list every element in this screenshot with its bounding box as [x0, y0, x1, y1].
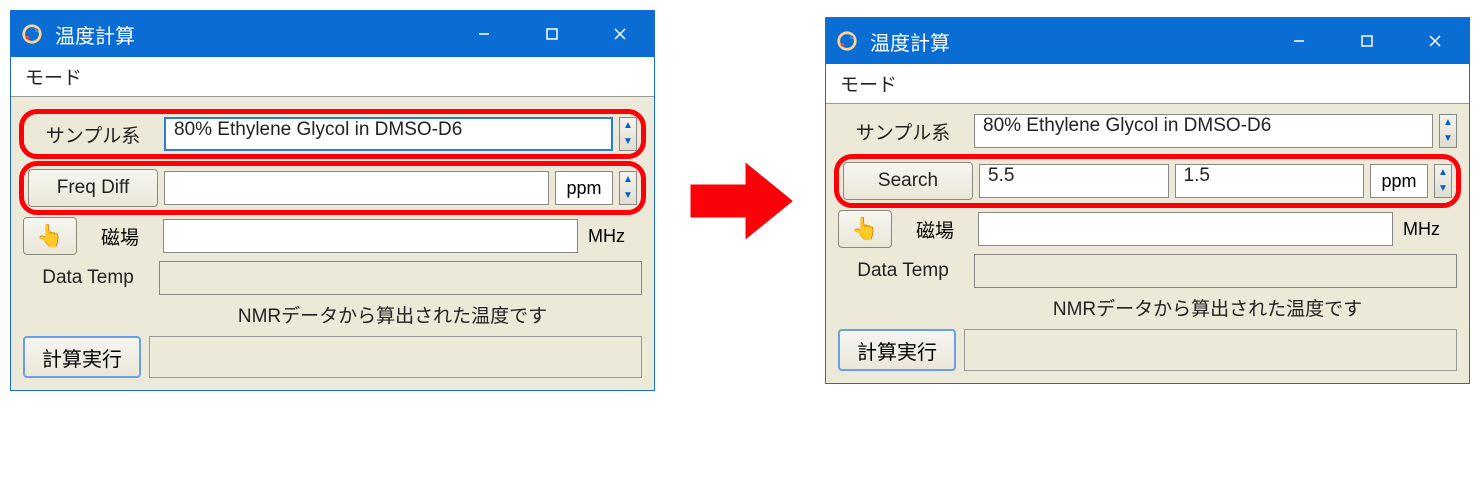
window-left: 温度計算 モード サンプル系 80% Ethylene Glycol in DM… [10, 10, 655, 391]
highlight-search-row: Search 5.5 1.5 ppm ▲▼ [834, 154, 1461, 208]
sample-label: サンプル系 [838, 118, 968, 145]
datatemp-output [974, 254, 1457, 288]
field-unit: MHz [1399, 219, 1457, 240]
calc-row: 計算実行 [23, 336, 642, 378]
maximize-button[interactable] [518, 11, 586, 57]
field-input[interactable] [163, 219, 578, 253]
note-text: NMRデータから算出された温度です [23, 301, 642, 328]
highlight-freqdiff-row: Freq Diff ppm ▲▼ [19, 161, 646, 215]
datatemp-output [159, 261, 642, 295]
pointing-hand-icon: 👆 [851, 216, 878, 242]
highlight-sample-row: サンプル系 80% Ethylene Glycol in DMSO-D6 ▲▼ [19, 109, 646, 159]
minimize-button[interactable] [1265, 18, 1333, 64]
menu-mode[interactable]: モード [11, 57, 654, 97]
datatemp-label: Data Temp [23, 267, 153, 289]
close-button[interactable] [586, 11, 654, 57]
window-controls [1265, 18, 1469, 64]
field-input[interactable] [978, 212, 1393, 246]
freqdiff-unit: ppm [555, 171, 613, 205]
field-row: 👆 磁場 MHz [23, 217, 642, 255]
app-icon [836, 30, 858, 52]
search-unit: ppm [1370, 164, 1428, 198]
calc-button[interactable]: 計算実行 [838, 329, 956, 371]
window-controls [450, 11, 654, 57]
pointing-hand-icon: 👆 [36, 223, 63, 249]
transition-arrow [685, 157, 795, 245]
freqdiff-input[interactable] [164, 171, 549, 205]
minimize-button[interactable] [450, 11, 518, 57]
search-input-1[interactable]: 5.5 [979, 164, 1169, 198]
titlebar: 温度計算 [826, 18, 1469, 64]
window-title: 温度計算 [870, 27, 1265, 56]
menu-mode[interactable]: モード [826, 64, 1469, 104]
calc-button[interactable]: 計算実行 [23, 336, 141, 378]
field-unit: MHz [584, 226, 642, 247]
arrow-right-icon [685, 157, 795, 245]
calc-output [964, 329, 1457, 371]
datatemp-label: Data Temp [838, 260, 968, 282]
form-area: サンプル系 80% Ethylene Glycol in DMSO-D6 ▲▼ … [11, 97, 654, 390]
calc-row: 計算実行 [838, 329, 1457, 371]
close-button[interactable] [1401, 18, 1469, 64]
field-label: 磁場 [898, 216, 972, 243]
search-input-2[interactable]: 1.5 [1175, 164, 1365, 198]
field-label: 磁場 [83, 223, 157, 250]
hand-button[interactable]: 👆 [838, 210, 892, 248]
app-icon [21, 23, 43, 45]
sample-select[interactable]: 80% Ethylene Glycol in DMSO-D6 [164, 117, 613, 151]
freqdiff-unit-spinner[interactable]: ▲▼ [619, 171, 637, 205]
freqdiff-button[interactable]: Freq Diff [28, 169, 158, 207]
sample-spinner[interactable]: ▲▼ [619, 117, 637, 151]
maximize-button[interactable] [1333, 18, 1401, 64]
window-title: 温度計算 [55, 20, 450, 49]
window-right: 温度計算 モード サンプル系 80% Ethylene Glycol in DM… [825, 17, 1470, 384]
note-text: NMRデータから算出された温度です [838, 294, 1457, 321]
hand-button[interactable]: 👆 [23, 217, 77, 255]
datatemp-row: Data Temp [23, 261, 642, 295]
sample-row: サンプル系 80% Ethylene Glycol in DMSO-D6 ▲▼ [838, 114, 1457, 148]
sample-select[interactable]: 80% Ethylene Glycol in DMSO-D6 [974, 114, 1433, 148]
search-button[interactable]: Search [843, 162, 973, 200]
calc-output [149, 336, 642, 378]
titlebar: 温度計算 [11, 11, 654, 57]
sample-label: サンプル系 [28, 121, 158, 148]
form-area: サンプル系 80% Ethylene Glycol in DMSO-D6 ▲▼ … [826, 104, 1469, 383]
sample-spinner[interactable]: ▲▼ [1439, 114, 1457, 148]
search-unit-spinner[interactable]: ▲▼ [1434, 164, 1452, 198]
datatemp-row: Data Temp [838, 254, 1457, 288]
field-row: 👆 磁場 MHz [838, 210, 1457, 248]
